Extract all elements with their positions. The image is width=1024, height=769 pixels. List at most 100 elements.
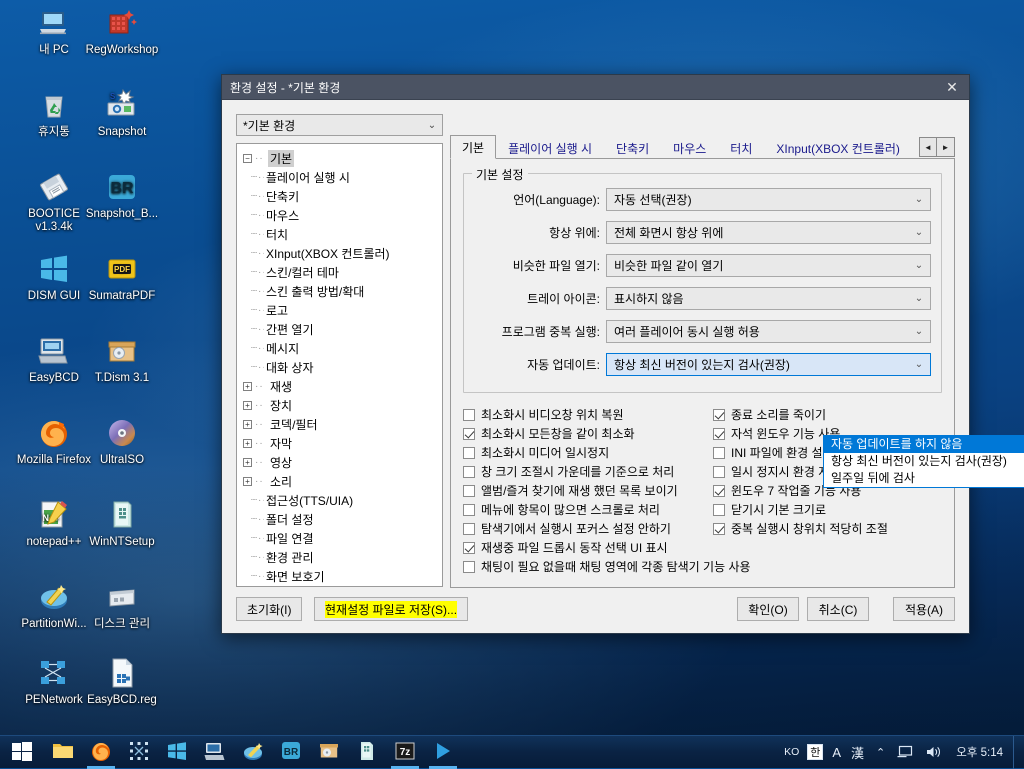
desktop-icon-ultraiso[interactable]: UltraISO	[79, 416, 165, 467]
monitor-icon[interactable]	[892, 736, 919, 769]
desktop-icon-snapshot[interactable]: S Snapshot	[79, 88, 165, 139]
checkbox-left-2[interactable]: 최소화시 미디어 일시정지	[463, 443, 711, 462]
ime-hangul-icon[interactable]: 한	[807, 744, 824, 760]
field-combo-4[interactable]: 여러 플레이어 동시 실행 허용 ⌄	[606, 320, 931, 343]
field-combo-5[interactable]: 항상 최신 버전이 있는지 검사(권장) ⌄	[606, 353, 931, 376]
dropdown-option-0[interactable]: 자동 업데이트를 하지 않음	[824, 436, 1024, 453]
tree-item-21[interactable]: ┈··환경 관리	[237, 548, 442, 567]
settings-tree[interactable]: −··기본┈··플레이어 실행 시┈··단축키┈··마우스┈··터치┈··XIn…	[236, 143, 443, 587]
tab-1[interactable]: 플레이어 실행 시	[496, 136, 604, 159]
tree-item-0[interactable]: − ·· 기본	[237, 149, 442, 168]
checkbox-icon[interactable]	[463, 484, 475, 497]
checkbox-left-6[interactable]: 탐색기에서 실행시 포커스 설정 안하기	[463, 519, 711, 538]
tree-item-5[interactable]: ┈··XInput(XBOX 컨트롤러)	[237, 244, 442, 263]
taskbar-file-explorer-icon[interactable]	[44, 736, 82, 769]
tree-item-22[interactable]: ┈··화면 보호기	[237, 567, 442, 586]
desktop-icon-tdism[interactable]: T.Dism 3.1	[79, 334, 165, 385]
tree-item-14[interactable]: + ·· 코덱/필터	[237, 415, 442, 434]
checkbox-icon[interactable]	[713, 522, 725, 535]
tree-expander-icon[interactable]: +	[243, 477, 252, 486]
desktop-icon-disk-management[interactable]: 디스크 관리	[79, 580, 165, 631]
tree-item-18[interactable]: ┈··접근성(TTS/UIA)	[237, 491, 442, 510]
show-desktop-button[interactable]	[1013, 735, 1020, 769]
taskbar-7zip-icon[interactable]: 7z	[386, 736, 424, 769]
tab-0[interactable]: 기본	[450, 135, 497, 159]
tree-item-8[interactable]: ┈··로고	[237, 301, 442, 320]
checkbox-icon[interactable]	[463, 465, 475, 478]
tree-item-19[interactable]: ┈··폴더 설정	[237, 510, 442, 529]
checkbox-left-4[interactable]: 앨범/즐겨 찾기에 재생 했던 목록 보이기	[463, 481, 711, 500]
desktop-icon-reg-file[interactable]: EasyBCD.reg	[79, 656, 165, 707]
tray-clock[interactable]: 오후 5:14	[948, 736, 1013, 769]
taskbar-tdism-icon[interactable]	[310, 736, 348, 769]
checkbox-icon[interactable]	[713, 427, 725, 440]
tree-item-13[interactable]: + ·· 장치	[237, 396, 442, 415]
tab-5[interactable]: XInput(XBOX 컨트롤러)	[764, 136, 912, 159]
tree-item-1[interactable]: ┈··플레이어 실행 시	[237, 168, 442, 187]
ime-alpha-icon[interactable]: A	[827, 736, 846, 769]
taskbar-winntsetup-icon[interactable]	[348, 736, 386, 769]
checkbox-icon[interactable]	[463, 427, 475, 440]
tree-item-3[interactable]: ┈··마우스	[237, 206, 442, 225]
checkbox-right-6[interactable]: 중복 실행시 창위치 적당히 조절	[713, 519, 963, 538]
cancel-button[interactable]: 취소(C)	[807, 597, 869, 621]
taskbar-firefox-icon[interactable]	[82, 736, 120, 769]
field-combo-2[interactable]: 비슷한 파일 같이 열기 ⌄	[606, 254, 931, 277]
reset-button[interactable]: 초기화(I)	[236, 597, 303, 621]
tree-expander-icon[interactable]: +	[243, 439, 252, 448]
checkbox-left-0[interactable]: 최소화시 비디오창 위치 복원	[463, 405, 711, 424]
tree-item-10[interactable]: ┈··메시지	[237, 339, 442, 358]
tree-item-4[interactable]: ┈··터치	[237, 225, 442, 244]
checkbox-icon[interactable]	[463, 541, 475, 554]
checkbox-icon[interactable]	[713, 503, 725, 516]
apply-button[interactable]: 적용(A)	[893, 597, 955, 621]
dropdown-option-1[interactable]: 항상 최신 버전이 있는지 검사(권장)	[824, 453, 1024, 470]
tree-item-16[interactable]: + ·· 영상	[237, 453, 442, 472]
tree-expander-icon[interactable]: +	[243, 420, 252, 429]
checkbox-icon[interactable]	[713, 484, 725, 497]
tree-item-11[interactable]: ┈··대화 상자	[237, 358, 442, 377]
tree-expander-icon[interactable]: +	[243, 382, 252, 391]
checkbox-icon[interactable]	[463, 408, 475, 421]
tab-2[interactable]: 단축키	[604, 136, 661, 159]
taskbar-bootrepair-icon[interactable]: BR	[272, 736, 310, 769]
start-button[interactable]	[0, 736, 44, 769]
checkbox-left-3[interactable]: 창 크기 조절시 가운데를 기준으로 처리	[463, 462, 711, 481]
checkbox-icon[interactable]	[713, 465, 725, 478]
checkbox-icon[interactable]	[463, 522, 475, 535]
save-settings-button[interactable]: 현재 설정 파일로 저장(S)...	[314, 597, 469, 621]
tree-item-7[interactable]: ┈··스킨 출력 방법/확대	[237, 282, 442, 301]
tray-expand-chevron-icon[interactable]: ⌃	[869, 736, 892, 769]
taskbar-easybcd-icon[interactable]	[196, 736, 234, 769]
field-combo-1[interactable]: 전체 화면시 항상 위에 ⌄	[606, 221, 931, 244]
desktop-icon-bootrepair[interactable]: BR Snapshot_B...	[79, 170, 165, 221]
desktop-icon-sumatrapdf[interactable]: PDF SumatraPDF	[79, 252, 165, 303]
tab-scroll-prev-icon[interactable]: ◄	[919, 137, 937, 157]
taskbar-selection-tool-icon[interactable]	[120, 736, 158, 769]
checkbox-icon[interactable]	[713, 408, 725, 421]
tree-expander-icon[interactable]: −	[243, 154, 252, 163]
checkbox-icon[interactable]	[463, 446, 475, 459]
ime-hanja-icon[interactable]: 漢	[846, 736, 869, 769]
checkbox-right-5[interactable]: 닫기시 기본 크기로	[713, 500, 963, 519]
tray-language-indicator[interactable]: KO	[780, 736, 803, 769]
tree-item-2[interactable]: ┈··단축키	[237, 187, 442, 206]
checkbox-icon[interactable]	[463, 560, 475, 573]
profile-select[interactable]: *기본 환경 ⌄	[236, 114, 443, 136]
tree-item-20[interactable]: ┈··파일 연결	[237, 529, 442, 548]
checkbox-wide-0[interactable]: 채팅이 필요 없을때 채팅 영역에 각종 탐색기 기능 사용	[463, 557, 963, 576]
tree-item-15[interactable]: + ·· 자막	[237, 434, 442, 453]
taskbar-media-player-icon[interactable]	[424, 736, 462, 769]
checkbox-icon[interactable]	[713, 446, 725, 459]
checkbox-icon[interactable]	[463, 503, 475, 516]
field-combo-0[interactable]: 자동 선택(권장) ⌄	[606, 188, 931, 211]
checkbox-right-0[interactable]: 종료 소리를 죽이기	[713, 405, 963, 424]
tree-item-9[interactable]: ┈··간편 열기	[237, 320, 442, 339]
ok-button[interactable]: 확인(O)	[737, 597, 799, 621]
desktop-icon-regworkshop[interactable]: RegWorkshop	[79, 6, 165, 57]
auto-update-dropdown-list[interactable]: 자동 업데이트를 하지 않음 항상 최신 버전이 있는지 검사(권장) 일주일 뒤에…	[823, 435, 1024, 488]
tree-item-12[interactable]: + ·· 재생	[237, 377, 442, 396]
tree-expander-icon[interactable]: +	[243, 401, 252, 410]
desktop-icon-winntsetup[interactable]: WinNTSetup	[79, 498, 165, 549]
tree-expander-icon[interactable]: +	[243, 458, 252, 467]
